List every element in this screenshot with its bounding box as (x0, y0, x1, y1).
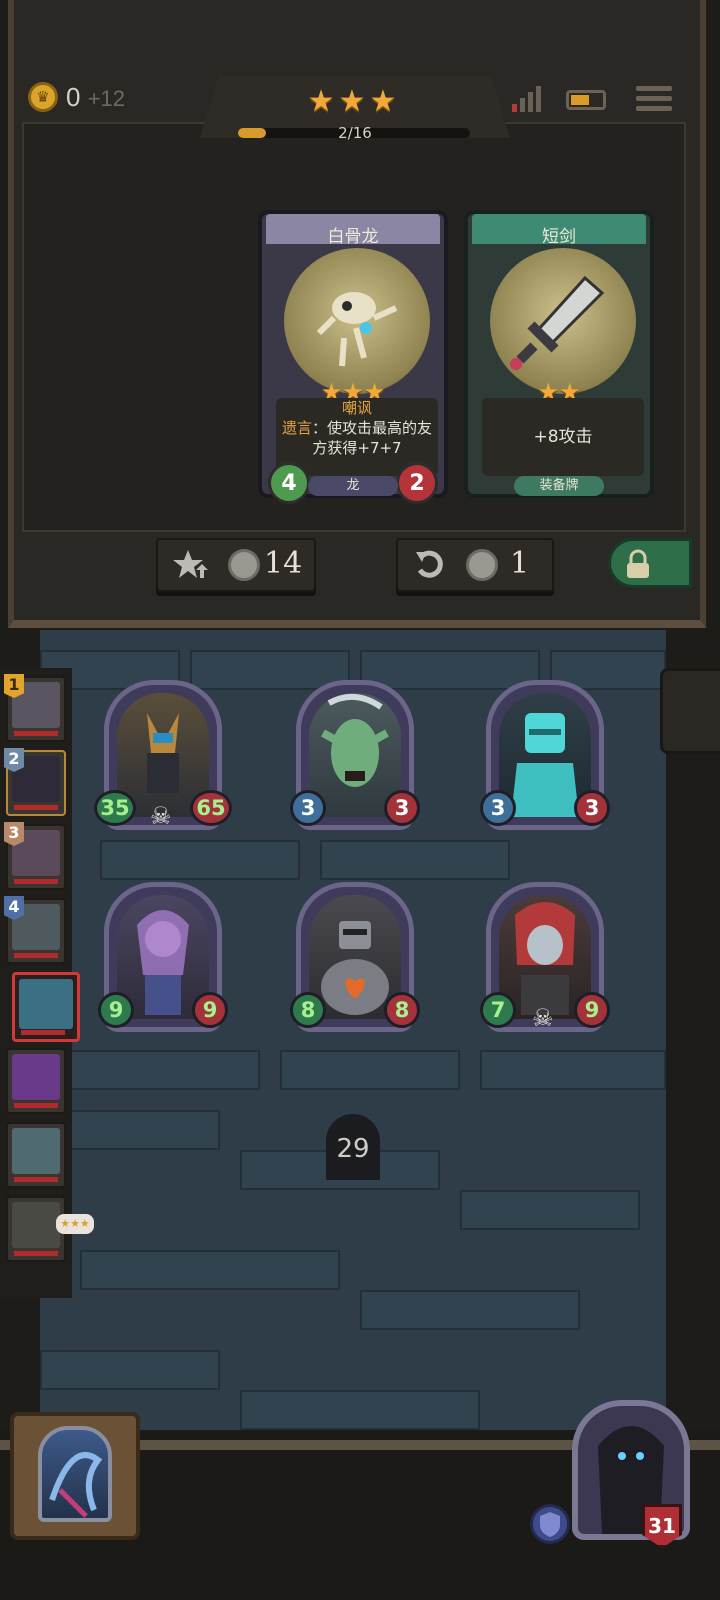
minion-attack: 7 (480, 992, 516, 1028)
card-portrait (284, 248, 430, 394)
card-health: 2 (396, 462, 438, 504)
silver-coin-icon (466, 549, 498, 581)
minion-2[interactable]: 3 3 (290, 680, 420, 836)
freeze-lock-button[interactable] (608, 538, 692, 588)
upgrade-star-icon (173, 550, 208, 578)
rank-badge: 2 (4, 748, 24, 772)
star-badge: ★★★ (56, 1214, 94, 1234)
turn-counter: 29 (336, 1134, 370, 1164)
card-keyword: 嘲讽 (341, 399, 372, 417)
skull-icon: ☠ (532, 1004, 554, 1032)
tier-progress-fill (238, 128, 266, 138)
minion-health: 9 (192, 992, 228, 1028)
coin-icon: ♛ (28, 82, 58, 112)
minion-6[interactable]: 7 9 ☠ (480, 882, 610, 1038)
player-slot-4[interactable]: 4 (4, 896, 66, 964)
minion-1[interactable]: 35 65 ☠ (94, 680, 232, 836)
minion-attack: 9 (98, 992, 134, 1028)
rank-badge: 1 (4, 674, 24, 698)
side-slot[interactable] (660, 668, 720, 754)
card-type: 装备牌 (514, 476, 604, 496)
minion-3[interactable]: 3 3 (480, 680, 610, 836)
minion-attack: 3 (480, 790, 516, 826)
battery-icon (566, 90, 606, 110)
silver-coin-icon (228, 549, 260, 581)
gold-display: 0 +12 (66, 82, 125, 113)
player-slot-self[interactable] (12, 972, 80, 1042)
minion-health: 3 (384, 790, 420, 826)
card-effect: +8攻击 (482, 398, 644, 476)
skull-icon: ☠ (150, 802, 172, 830)
player-slot-1[interactable]: 1 (4, 674, 66, 742)
refresh-cost: 1 (510, 546, 530, 581)
refresh-icon (416, 550, 443, 578)
player-slot-3[interactable]: 3 (4, 822, 66, 890)
armor-shield-icon (530, 1504, 570, 1544)
minion-5[interactable]: 8 8 (290, 882, 420, 1038)
hero-power-button[interactable] (10, 1412, 140, 1540)
tier-progress-text: 2/16 (338, 124, 372, 142)
minion-attack: 3 (290, 790, 326, 826)
shop-card-short-sword[interactable]: 短剑 ★★ +8攻击 装备牌 (464, 210, 654, 498)
hero-power-art (38, 1426, 112, 1522)
rank-badge: 4 (4, 896, 24, 920)
rank-badge: 3 (4, 822, 24, 846)
card-title: 白骨龙 (327, 227, 379, 247)
minion-attack: 8 (290, 992, 326, 1028)
minion-4[interactable]: 9 9 (98, 882, 228, 1038)
upgrade-tavern-button[interactable]: 14 (156, 538, 316, 592)
upgrade-cost: 14 (264, 546, 303, 581)
menu-icon[interactable] (636, 84, 672, 114)
card-attack: 4 (268, 462, 310, 504)
signal-icon (512, 86, 541, 112)
minion-attack: 35 (94, 790, 136, 826)
minion-health: 9 (574, 992, 610, 1028)
player-slot-7[interactable] (6, 1122, 66, 1188)
minion-health: 65 (190, 790, 232, 826)
lock-icon (627, 549, 649, 578)
card-ability-text: ：使攻击最高的友方获得+7+7 (312, 419, 433, 457)
tier-stars: ★★★ (307, 84, 401, 119)
refresh-button[interactable]: 1 (396, 538, 554, 592)
minion-health: 8 (384, 992, 420, 1028)
card-portrait (490, 248, 636, 394)
shop-card-bone-dragon[interactable]: 白骨龙 ★★★ 嘲讽 遗言：使攻击最高的友方获得+7+7 4 2 龙 (258, 210, 448, 504)
card-ability-label: 遗言 (281, 419, 312, 437)
player-slot-2[interactable]: 2 (4, 748, 66, 816)
gold-income: +12 (87, 86, 126, 111)
player-slot-8[interactable]: ★★★ (6, 1196, 94, 1262)
card-title: 短剑 (542, 227, 576, 247)
gold-amount: 0 (66, 82, 81, 112)
player-slot-6[interactable] (6, 1048, 66, 1114)
card-tribe: 龙 (308, 476, 398, 496)
minion-health: 3 (574, 790, 610, 826)
